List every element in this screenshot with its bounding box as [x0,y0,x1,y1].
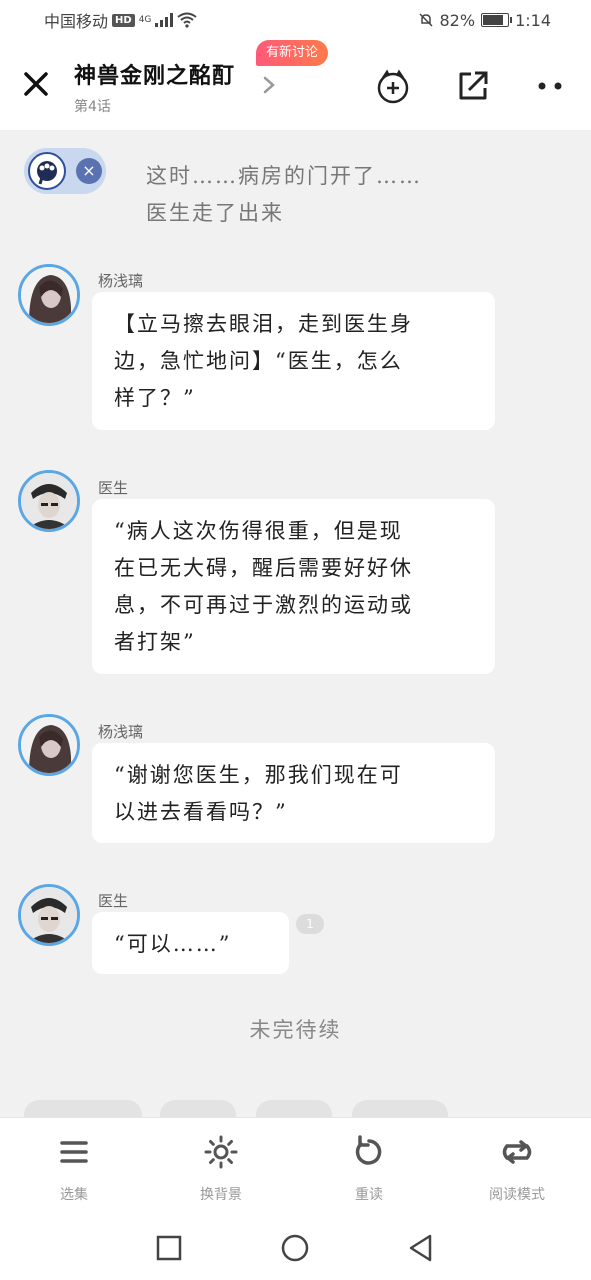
toolbar-label: 重读 [355,1187,383,1203]
paw-icon [28,152,66,190]
narration-toggle[interactable]: × [24,148,106,194]
toolbar-label: 选集 [60,1187,88,1203]
bubble-line: 者打架” [114,630,196,654]
signal-icon [155,13,174,27]
network-label: 4G [138,15,152,25]
speaker-name: 医生 [98,479,129,497]
speaker-name: 杨浅璃 [98,723,144,741]
bubble-line: 边，急忙地问】“医生，怎么 [114,349,403,373]
change-background-button[interactable]: 换背景 [161,1118,281,1216]
bubble-line: 【立马擦去眼泪，走到医生身 [114,312,413,336]
back-icon[interactable] [406,1233,436,1263]
share-icon[interactable] [455,68,491,104]
avatar[interactable] [18,714,80,776]
close-icon[interactable]: × [76,158,102,184]
battery-icon [481,13,513,27]
bubble-line: “病人这次伤得很重，但是现 [114,519,403,543]
chat-bubble[interactable]: 【立马擦去眼泪，走到医生身 边，急忙地问】“医生，怎么 样了？” [92,292,495,430]
avatar[interactable] [18,470,80,532]
bubble-line: 样了？” [114,386,196,410]
bubble-line: “谢谢您医生，那我们现在可 [114,763,403,787]
bubble-line: 息，不可再过于激烈的运动或 [114,593,413,617]
toolbar-label: 阅读模式 [489,1187,545,1203]
sun-icon [204,1135,238,1169]
comic-title[interactable]: 神兽金刚之酩酊 [74,58,235,90]
reread-button[interactable]: 重读 [309,1118,429,1216]
mute-bell-icon [418,13,433,27]
clock: 1:14 [515,10,551,30]
wifi-icon [177,12,198,28]
battery-percent: 82% [439,10,476,30]
chapter-label: 第4话 [74,99,111,115]
speaker-name: 杨浅璃 [98,272,144,290]
chat-bubble[interactable]: “可以……” [92,912,289,974]
episode-select-button[interactable]: 选集 [14,1118,134,1216]
avatar[interactable] [18,884,80,946]
chat-bubble[interactable]: “病人这次伤得很重，但是现 在已无大碍，醒后需要好好休 息，不可再过于激烈的运动… [92,499,495,674]
narration-text: 这时……病房的门开了…… 医生走了出来 [146,158,466,232]
close-icon[interactable] [22,70,50,98]
reading-mode-button[interactable]: 阅读模式 [457,1118,577,1216]
reload-icon [355,1135,382,1165]
narration-line: 这时……病房的门开了…… [146,164,422,188]
bubble-line: 以进去看看吗？” [114,800,288,824]
chevron-right-icon[interactable] [262,76,276,94]
more-icon[interactable] [533,68,569,104]
new-discussion-badge[interactable]: 有新讨论 [256,40,329,66]
home-icon[interactable] [280,1233,310,1263]
read-count-badge: 1 [296,914,324,934]
title-block[interactable]: 神兽金刚之酩酊 第4话 [74,58,235,116]
chat-bubble[interactable]: “谢谢您医生，那我们现在可 以进去看看吗？” [92,743,495,843]
hd-badge: HD [112,13,135,27]
narration-line: 医生走了出来 [146,201,284,225]
carrier-label: 中国移动 [44,12,109,31]
status-bar: 中国移动 HD 4G 82% 1:14 [0,0,591,40]
bubble-line: “可以……” [114,932,232,956]
system-nav-bar [0,1215,591,1280]
toolbar-label: 换背景 [200,1187,242,1203]
to-be-continued: 未完待续 [249,1018,342,1042]
bottom-toolbar: 选集 换背景 重读 阅读模式 [0,1117,591,1215]
bubble-line: 在已无大碍，醒后需要好好休 [114,556,413,580]
add-favorite-icon[interactable] [375,68,411,104]
loop-icon [502,1140,532,1164]
recent-apps-icon[interactable] [154,1233,184,1263]
avatar[interactable] [18,264,80,326]
speaker-name: 医生 [98,892,129,910]
reader-header: 神兽金刚之酩酊 第4话 有新讨论 [0,40,591,130]
menu-icon [60,1141,88,1163]
